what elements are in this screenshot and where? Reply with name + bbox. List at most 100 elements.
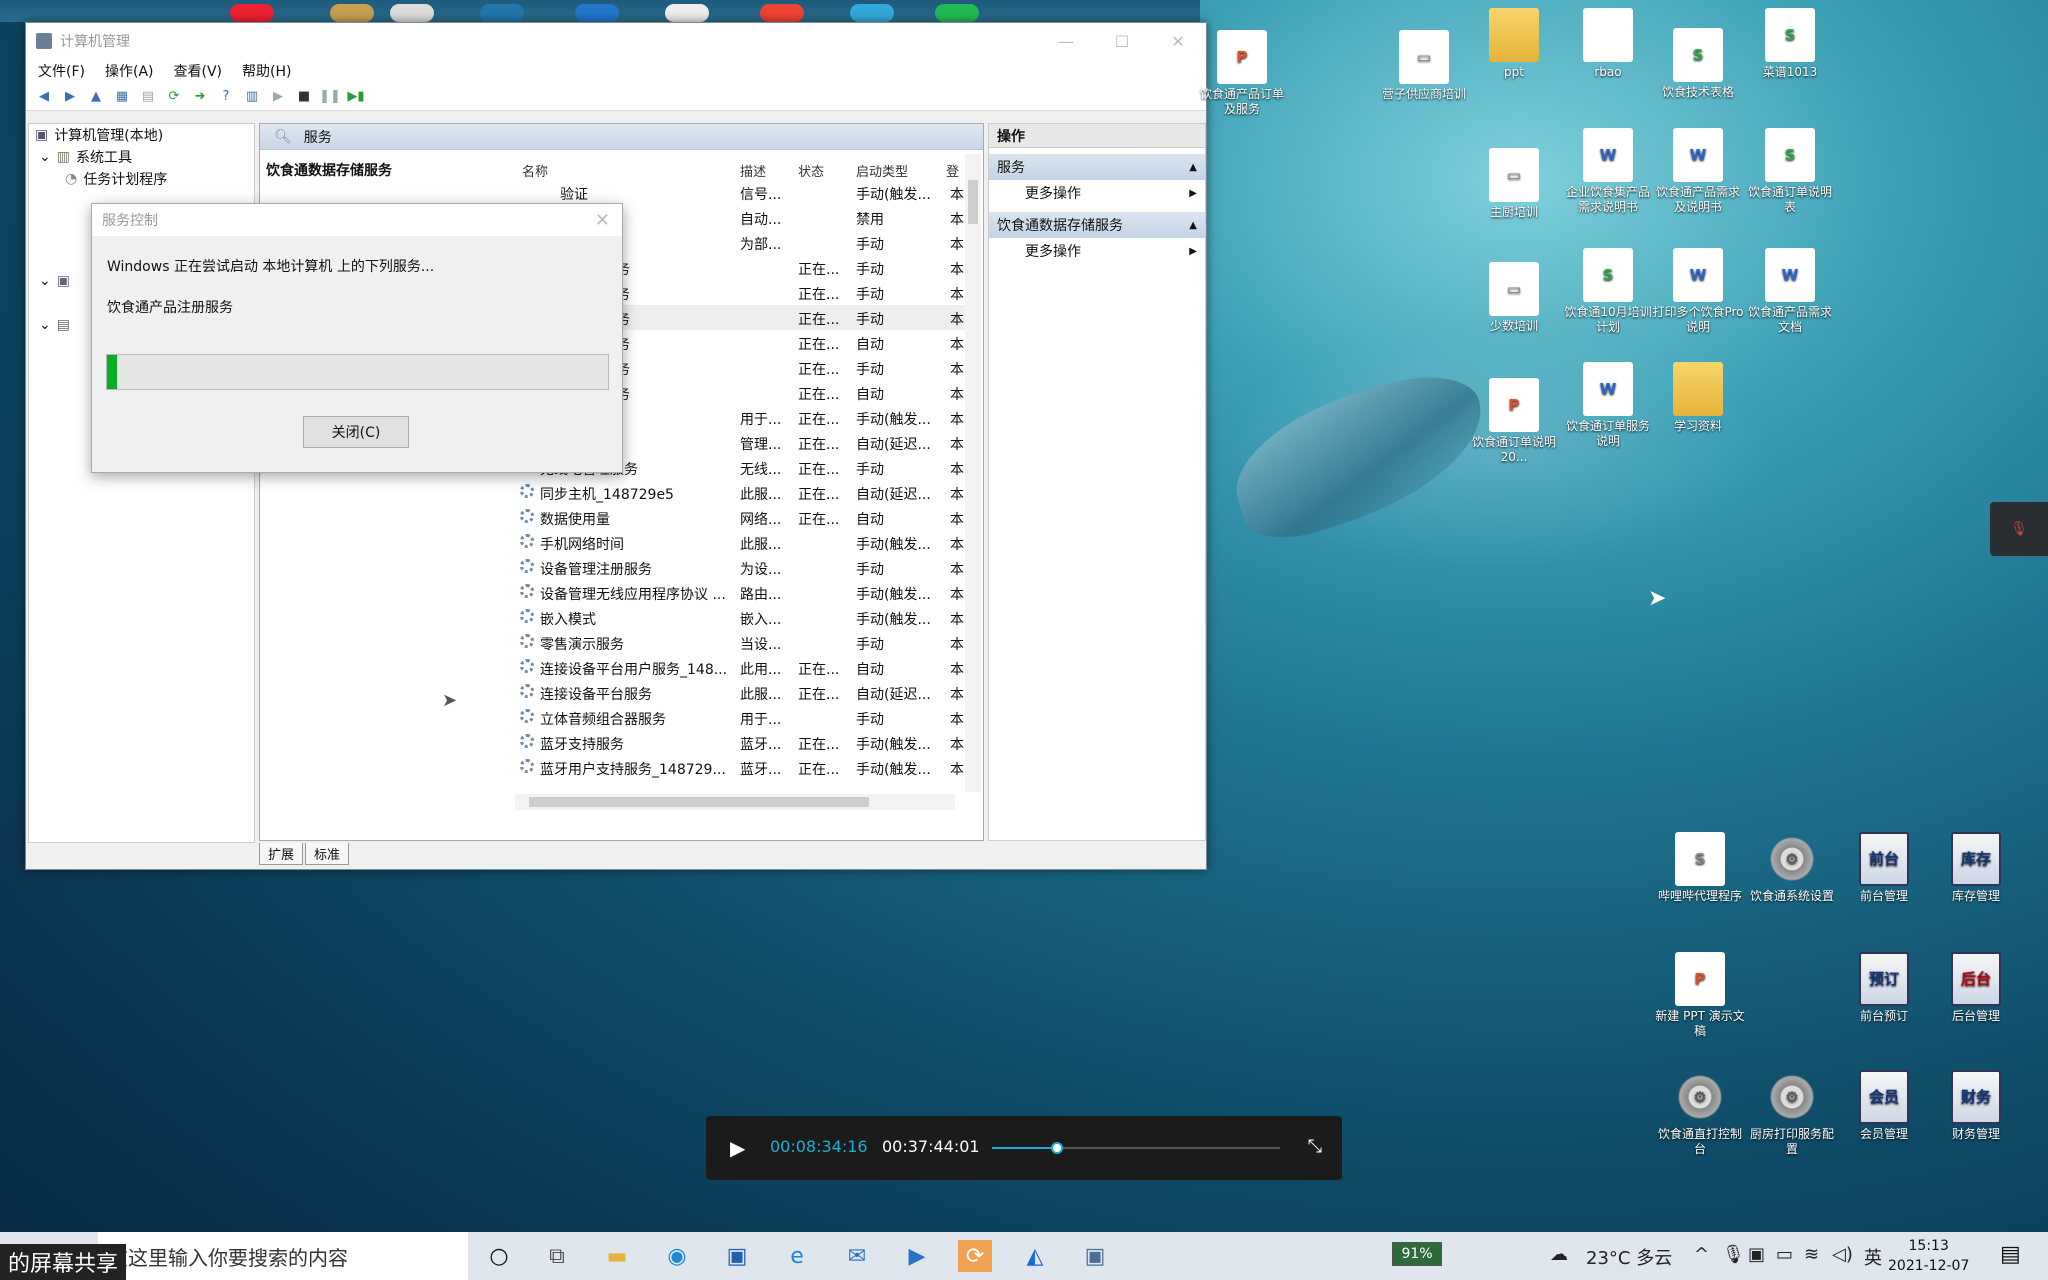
- desktop-icon[interactable]: W 企业饮食集产品需求说明书: [1562, 128, 1654, 215]
- taskbar-search-box[interactable]: 在这里输入你要搜索的内容: [98, 1232, 468, 1280]
- show-hide-tree-icon[interactable]: ▦: [112, 88, 132, 106]
- table-row[interactable]: 验证 信号... 手动(触发... 本: [260, 180, 970, 205]
- properties-icon[interactable]: ▤: [138, 88, 158, 106]
- maximize-button[interactable]: ☐: [1094, 23, 1150, 59]
- column-startup-type[interactable]: 启动类型: [856, 161, 908, 180]
- table-row[interactable]: 设备管理注册服务 为设... 手动 本: [260, 555, 970, 580]
- side-mic-widget[interactable]: 🎙︎: [1990, 502, 2048, 556]
- app-icon[interactable]: [330, 4, 374, 22]
- table-row[interactable]: 立体音频组合器服务 用于... 手动 本: [260, 705, 970, 730]
- wifi-icon[interactable]: ≋: [1804, 1244, 1819, 1265]
- tree-item-root[interactable]: ▣ 计算机管理(本地): [29, 124, 254, 146]
- horizontal-scrollbar[interactable]: [515, 794, 955, 810]
- app-icon[interactable]: ⟳: [958, 1240, 992, 1272]
- up-folder-icon[interactable]: ▲: [86, 88, 106, 106]
- refresh-icon[interactable]: ⟳: [164, 88, 184, 106]
- desktop-icon[interactable]: 库存 库存管理: [1930, 832, 2022, 904]
- ime-indicator[interactable]: 英: [1864, 1244, 1882, 1270]
- table-row[interactable]: 连接设备平台服务 此服... 正在... 自动(延迟... 本: [260, 680, 970, 705]
- task-view-icon[interactable]: ⧉: [540, 1240, 574, 1272]
- dialog-titlebar[interactable]: 服务控制 ✕: [92, 204, 622, 236]
- desktop-icon[interactable]: 学习资料: [1652, 362, 1744, 434]
- seek-track[interactable]: [992, 1142, 1280, 1154]
- pause-service-icon[interactable]: ❚❚: [319, 88, 341, 106]
- app-icon[interactable]: [665, 4, 709, 22]
- desktop-icon[interactable]: S 饮食技术表格: [1652, 28, 1744, 100]
- table-row[interactable]: 数据使用量 网络... 正在... 自动 本: [260, 505, 970, 530]
- app-icon[interactable]: [575, 4, 619, 22]
- desktop-icon[interactable]: ▭ 少数培训: [1468, 262, 1560, 334]
- menu-help[interactable]: 帮助(H): [242, 61, 291, 81]
- export-icon[interactable]: ➜: [190, 88, 210, 106]
- desktop-icon[interactable]: 前台 前台管理: [1838, 832, 1930, 904]
- column-description[interactable]: 描述: [740, 161, 766, 180]
- tab-extended[interactable]: 扩展: [259, 843, 304, 865]
- desktop-icon[interactable]: W 饮食通产品需求及说明书: [1652, 128, 1744, 215]
- battery-badge[interactable]: 91%: [1392, 1242, 1442, 1266]
- mic-icon[interactable]: 🎙︎: [1722, 1244, 1745, 1265]
- tree-item-system-tools[interactable]: ⌄ ▥ 系统工具: [29, 146, 254, 168]
- restart-service-icon[interactable]: ▶▮: [346, 88, 366, 106]
- menu-action[interactable]: 操作(A): [105, 61, 154, 81]
- exit-fullscreen-icon[interactable]: ⤡: [1308, 1136, 1322, 1157]
- computer-management-taskbar-icon[interactable]: ▣: [1078, 1240, 1112, 1272]
- window-titlebar[interactable]: 计算机管理 — ☐ ✕: [26, 23, 1206, 59]
- menu-view[interactable]: 查看(V): [174, 61, 223, 81]
- desktop-icon[interactable]: P 新建 PPT 演示文稿: [1654, 952, 1746, 1039]
- desktop-icon[interactable]: W 打印多个饮食Pro说明: [1652, 248, 1744, 335]
- actions-section-selected[interactable]: 饮食通数据存储服务: [989, 212, 1205, 238]
- notification-icon[interactable]: ▤: [2000, 1242, 2021, 1267]
- table-row[interactable]: 蓝牙用户支持服务_148729... 蓝牙... 正在... 手动(触发... 本: [260, 755, 970, 780]
- table-row[interactable]: 连接设备平台用户服务_148... 此用... 正在... 自动 本: [260, 655, 970, 680]
- scroll-thumb[interactable]: [529, 797, 869, 807]
- desktop-icon[interactable]: ▭ 主厨培训: [1468, 148, 1560, 220]
- actions-section-services[interactable]: 服务: [989, 154, 1205, 180]
- view-icon[interactable]: ▥: [242, 88, 262, 106]
- app-icon[interactable]: ▶: [900, 1240, 934, 1272]
- stop-service-icon[interactable]: ■: [294, 88, 314, 106]
- start-service-icon[interactable]: ▶: [268, 88, 288, 106]
- menu-file[interactable]: 文件(F): [38, 61, 85, 81]
- column-logon[interactable]: 登: [946, 161, 959, 180]
- app-icon[interactable]: [850, 4, 894, 22]
- table-row[interactable]: 手机网络时间 此服... 手动(触发... 本: [260, 530, 970, 555]
- play-icon[interactable]: ▶: [730, 1136, 745, 1160]
- help-icon[interactable]: ?: [216, 88, 236, 106]
- column-status[interactable]: 状态: [798, 161, 824, 180]
- desktop-icon[interactable]: S 哔哩哔代理程序: [1654, 832, 1746, 904]
- vertical-scrollbar[interactable]: [965, 154, 981, 792]
- cortana-icon[interactable]: ○: [482, 1240, 516, 1272]
- table-row[interactable]: 同步主机_148729e5 此服... 正在... 自动(延迟... 本: [260, 480, 970, 505]
- table-row[interactable]: 嵌入模式 嵌入... 手动(触发... 本: [260, 605, 970, 630]
- weather-icon[interactable]: ☁: [1550, 1244, 1568, 1265]
- desktop-icon[interactable]: S 饮食通订单说明表: [1744, 128, 1836, 215]
- desktop-icon[interactable]: S 饮食通10月培训计划: [1562, 248, 1654, 335]
- mail-icon[interactable]: ✉: [840, 1240, 874, 1272]
- volume-icon[interactable]: ◁): [1832, 1244, 1853, 1265]
- chevron-up-icon[interactable]: ^: [1694, 1244, 1709, 1265]
- tray-app-icon[interactable]: ▣: [1748, 1244, 1765, 1265]
- table-row[interactable]: 设备管理无线应用程序协议 ... 路由... 手动(触发... 本: [260, 580, 970, 605]
- desktop-icon[interactable]: S 菜谱1013: [1744, 8, 1836, 80]
- desktop-icon[interactable]: P 饮食通订单说明20...: [1468, 378, 1560, 465]
- dialog-close-icon[interactable]: ✕: [595, 210, 610, 231]
- app-icon[interactable]: [390, 4, 434, 22]
- app-icon[interactable]: [480, 4, 524, 22]
- more-actions-services[interactable]: 更多操作: [989, 180, 1205, 206]
- minimize-button[interactable]: —: [1038, 23, 1094, 59]
- desktop-icon[interactable]: 财务 财务管理: [1930, 1070, 2022, 1142]
- table-row[interactable]: 蓝牙支持服务 蓝牙... 正在... 手动(触发... 本: [260, 730, 970, 755]
- app-icon[interactable]: [760, 4, 804, 22]
- back-arrow-icon[interactable]: ◀: [34, 88, 54, 106]
- desktop-icon[interactable]: ▭ 营子供应商培训: [1378, 30, 1470, 102]
- app-icon[interactable]: [935, 4, 979, 22]
- desktop-icon[interactable]: P 饮食通产品订单及服务: [1196, 30, 1288, 117]
- desktop-icon[interactable]: ⚙ 饮食通系统设置: [1746, 832, 1838, 904]
- edge-icon[interactable]: ◉: [660, 1240, 694, 1272]
- column-name[interactable]: 名称: [522, 161, 548, 180]
- clock[interactable]: 15:13 2021-12-07: [1888, 1236, 1969, 1276]
- desktop-icon[interactable]: W 饮食通订单服务说明: [1562, 362, 1654, 449]
- app-icon[interactable]: ◭: [1018, 1240, 1052, 1272]
- desktop-icon[interactable]: ⚙ 饮食通直打控制台: [1654, 1070, 1746, 1157]
- desktop-icon[interactable]: ppt: [1468, 8, 1560, 80]
